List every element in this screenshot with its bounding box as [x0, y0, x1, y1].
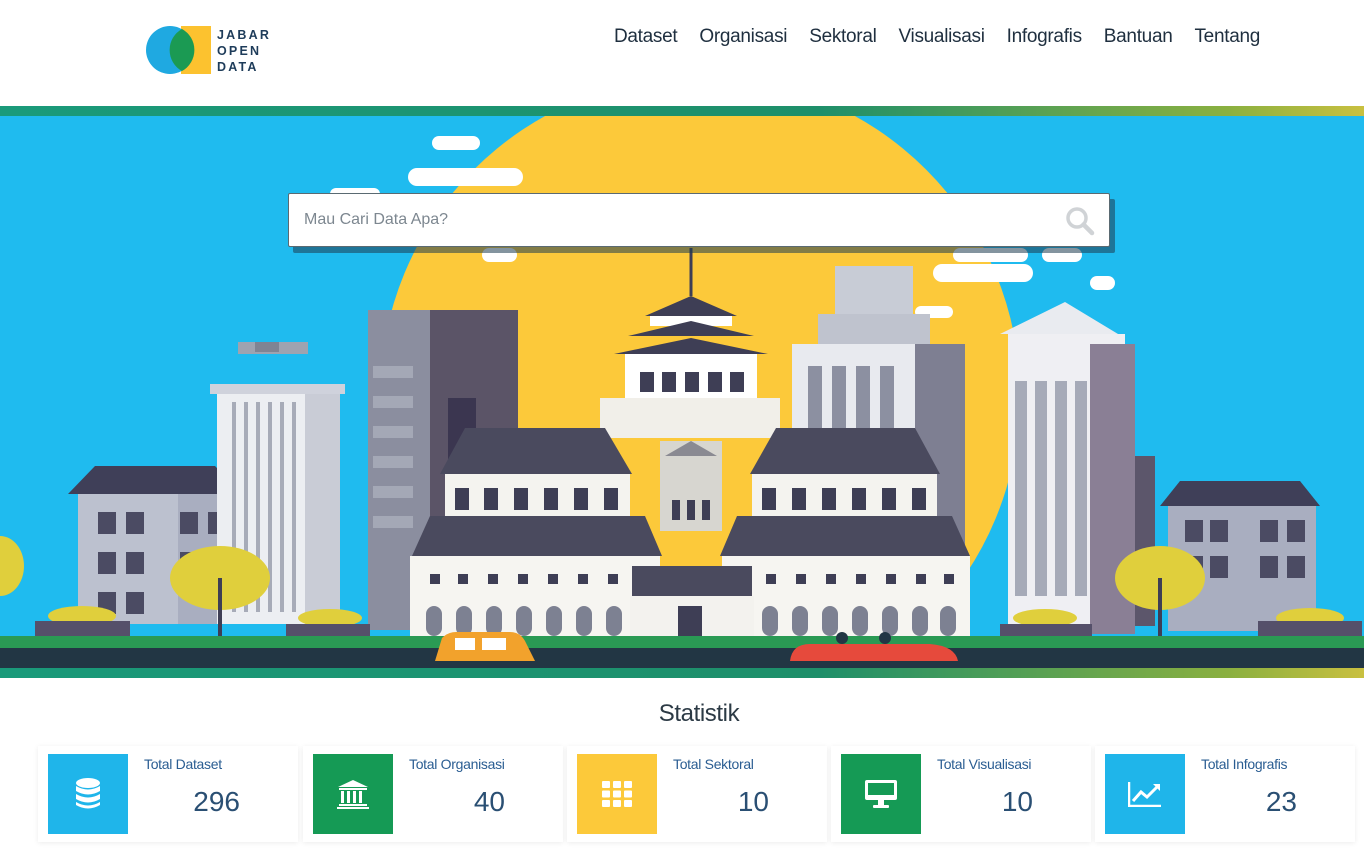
stat-card-organisasi[interactable]: Total Organisasi 40	[303, 746, 563, 842]
nav-bantuan[interactable]: Bantuan	[1104, 26, 1173, 48]
search-box	[288, 193, 1110, 247]
nav-visualisasi[interactable]: Visualisasi	[899, 26, 985, 48]
stat-card-sektoral[interactable]: Total Sektoral 10	[567, 746, 827, 842]
stat-card-visualisasi[interactable]: Total Visualisasi 10	[831, 746, 1091, 842]
site-header: JABAR OPEN DATA Dataset Organisasi Sekto…	[0, 0, 1364, 106]
stat-value: 23	[1265, 786, 1297, 817]
nav-tentang[interactable]: Tentang	[1194, 26, 1260, 48]
logo-line: DATA	[217, 60, 259, 74]
nav-dataset[interactable]: Dataset	[614, 26, 678, 48]
nav-sektoral[interactable]: Sektoral	[809, 26, 877, 48]
nav-infografis[interactable]: Infografis	[1007, 26, 1082, 48]
stat-label: Total Sektoral	[673, 756, 754, 772]
logo-line: JABAR	[217, 28, 272, 42]
stat-value: 10	[737, 786, 769, 817]
logo-text: JABAR OPEN DATA	[217, 27, 271, 75]
stat-card-infografis[interactable]: Total Infografis 23	[1095, 746, 1355, 842]
stat-label: Total Dataset	[144, 756, 222, 772]
stat-label: Total Organisasi	[409, 756, 505, 772]
app-root: JABAR OPEN DATA Dataset Organisasi Sekto…	[0, 0, 1364, 865]
stat-label: Total Infografis	[1201, 756, 1288, 772]
main-nav: Dataset Organisasi Sektoral Visualisasi …	[614, 26, 1260, 48]
stat-label: Total Visualisasi	[937, 756, 1032, 772]
monitor-icon	[865, 780, 897, 808]
stat-card-dataset[interactable]: Total Dataset 296	[38, 746, 298, 842]
grid-icon	[602, 781, 632, 807]
search-input[interactable]	[289, 194, 1049, 246]
stat-value: 296	[193, 786, 240, 817]
stat-icon-box	[48, 754, 128, 834]
stat-icon-box	[841, 754, 921, 834]
stat-icon-box	[313, 754, 393, 834]
stats-title: Statistik	[658, 700, 740, 727]
institution-icon	[337, 780, 369, 809]
stat-icon-box	[577, 754, 657, 834]
chart-line-icon	[1128, 782, 1161, 807]
stat-value: 40	[473, 786, 505, 817]
hero-top-stripe	[0, 106, 1364, 116]
logo-line: OPEN	[217, 44, 262, 58]
nav-organisasi[interactable]: Organisasi	[699, 26, 787, 48]
site-logo[interactable]: JABAR OPEN DATA	[145, 24, 275, 78]
stat-value: 10	[1001, 786, 1033, 817]
search-icon[interactable]	[1065, 206, 1095, 236]
stat-icon-box	[1105, 754, 1185, 834]
jabar-open-data-logo-icon	[146, 26, 211, 74]
hero-bottom-stripe	[0, 668, 1364, 678]
database-icon	[76, 778, 100, 809]
